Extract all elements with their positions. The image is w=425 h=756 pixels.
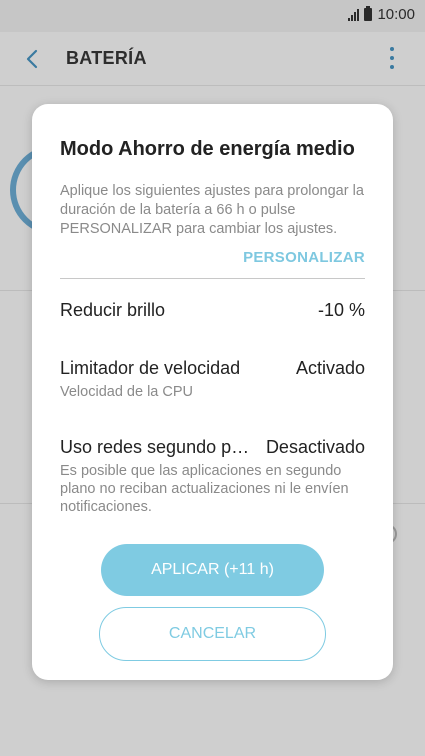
setting-row-cpu-limiter: Limitador de velocidad Activado Velocida… <box>60 358 365 401</box>
dialog-divider <box>60 278 365 279</box>
app-bar: BATERÍA <box>0 32 425 86</box>
power-saving-dialog: Modo Ahorro de energía medio Aplique los… <box>32 104 393 680</box>
signal-icon <box>348 8 360 21</box>
back-arrow-icon[interactable] <box>22 47 44 71</box>
status-time: 10:00 <box>377 6 415 23</box>
setting-value: -10 % <box>317 300 365 320</box>
status-bar: 10:00 <box>0 0 425 32</box>
setting-row-background-network: Uso redes segundo p… Desactivado Es posi… <box>60 437 365 516</box>
cancel-button[interactable]: CANCELAR <box>99 607 326 661</box>
apply-button[interactable]: APLICAR (+11 h) <box>101 544 324 596</box>
dialog-title: Modo Ahorro de energía medio <box>60 138 355 160</box>
dialog-description: Aplique los siguientes ajustes para prol… <box>60 183 364 237</box>
more-options-icon[interactable] <box>389 47 395 69</box>
setting-value: Activado <box>295 358 365 378</box>
page-title: BATERÍA <box>66 48 147 68</box>
battery-icon <box>364 6 373 21</box>
status-icons: 10:00 <box>348 6 415 23</box>
setting-value: Desactivado <box>265 437 365 457</box>
setting-description: Es posible que las aplicaciones en segun… <box>60 463 349 515</box>
customize-link[interactable]: PERSONALIZAR <box>243 249 365 266</box>
setting-description: Velocidad de la CPU <box>60 384 193 400</box>
setting-row-brightness: Reducir brillo -10 % <box>60 300 365 321</box>
